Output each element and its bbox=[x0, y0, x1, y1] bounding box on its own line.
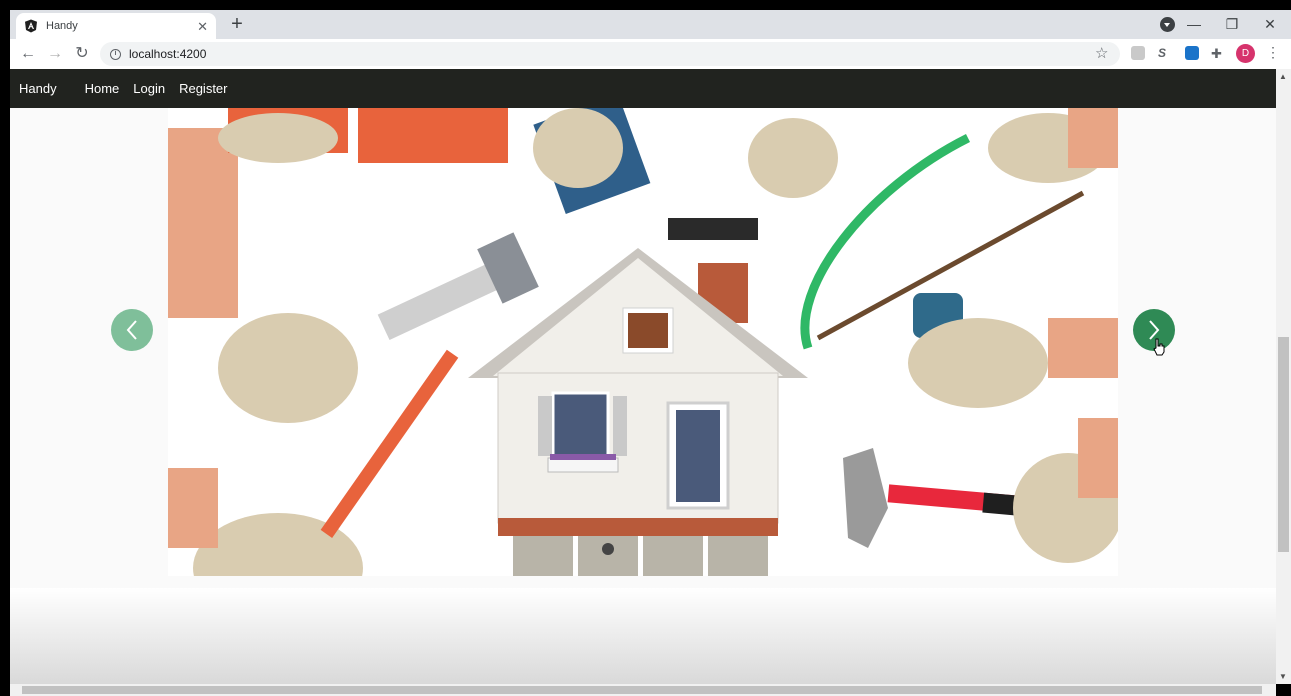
nav-link-home[interactable]: Home bbox=[85, 81, 120, 96]
address-url[interactable]: localhost:4200 bbox=[129, 47, 206, 61]
tab-search-icon[interactable] bbox=[1160, 17, 1175, 32]
maximize-button[interactable]: ❐ bbox=[1221, 14, 1243, 34]
handyman-house-illustration bbox=[168, 108, 1118, 576]
window-top-edge bbox=[0, 0, 1291, 10]
site-navbar: Handy Home Login Register bbox=[10, 69, 1276, 108]
tab-title: Handy bbox=[46, 20, 78, 32]
puzzle-icon[interactable]: ✚ bbox=[1211, 46, 1225, 61]
star-icon[interactable]: ☆ bbox=[1095, 44, 1108, 62]
hero-carousel bbox=[10, 108, 1276, 684]
carousel-indicator[interactable] bbox=[602, 543, 614, 555]
browser-tab[interactable]: Handy ✕ bbox=[16, 13, 216, 39]
new-tab-button[interactable]: + bbox=[227, 14, 247, 34]
nav-link-login[interactable]: Login bbox=[133, 81, 165, 96]
minimize-button[interactable]: — bbox=[1183, 14, 1205, 34]
s-extension-icon[interactable]: S bbox=[1158, 46, 1172, 60]
reload-icon[interactable]: ↻ bbox=[72, 44, 92, 64]
browser-toolbar: ← → ↻ i localhost:4200 ☆ S ✚ D ⋮ bbox=[10, 39, 1291, 69]
e-extension-icon[interactable] bbox=[1185, 46, 1199, 60]
horizontal-scroll-thumb[interactable] bbox=[22, 686, 1262, 694]
scroll-up-icon[interactable]: ▲ bbox=[1279, 72, 1287, 81]
angular-favicon-icon bbox=[25, 19, 37, 33]
navbar-brand[interactable]: Handy bbox=[19, 81, 57, 96]
close-window-button[interactable]: ✕ bbox=[1259, 14, 1281, 34]
back-icon[interactable]: ← bbox=[18, 44, 38, 64]
hand-cursor-icon bbox=[1153, 338, 1165, 356]
vertical-scroll-thumb[interactable] bbox=[1278, 337, 1289, 552]
page-viewport: Handy Home Login Register bbox=[10, 69, 1276, 684]
carousel-slide-image bbox=[168, 108, 1118, 576]
horizontal-scrollbar[interactable] bbox=[10, 684, 1276, 696]
carousel-bottom-fade bbox=[10, 588, 1276, 684]
vertical-scrollbar[interactable]: ▲ ▼ bbox=[1276, 69, 1291, 684]
tab-close-icon[interactable]: ✕ bbox=[197, 20, 208, 33]
extension-icon[interactable] bbox=[1131, 46, 1145, 60]
scroll-down-icon[interactable]: ▼ bbox=[1279, 672, 1287, 681]
address-bar[interactable]: i localhost:4200 bbox=[100, 42, 1120, 66]
carousel-prev-button[interactable] bbox=[111, 309, 153, 351]
kebab-icon[interactable]: ⋮ bbox=[1266, 44, 1280, 61]
profile-avatar[interactable]: D bbox=[1236, 44, 1255, 63]
nav-link-register[interactable]: Register bbox=[179, 81, 227, 96]
forward-icon[interactable]: → bbox=[45, 44, 65, 64]
tab-strip: Handy ✕ + — ❐ ✕ bbox=[10, 10, 1291, 39]
chevron-left-icon bbox=[126, 320, 137, 340]
info-icon[interactable]: i bbox=[110, 48, 121, 60]
